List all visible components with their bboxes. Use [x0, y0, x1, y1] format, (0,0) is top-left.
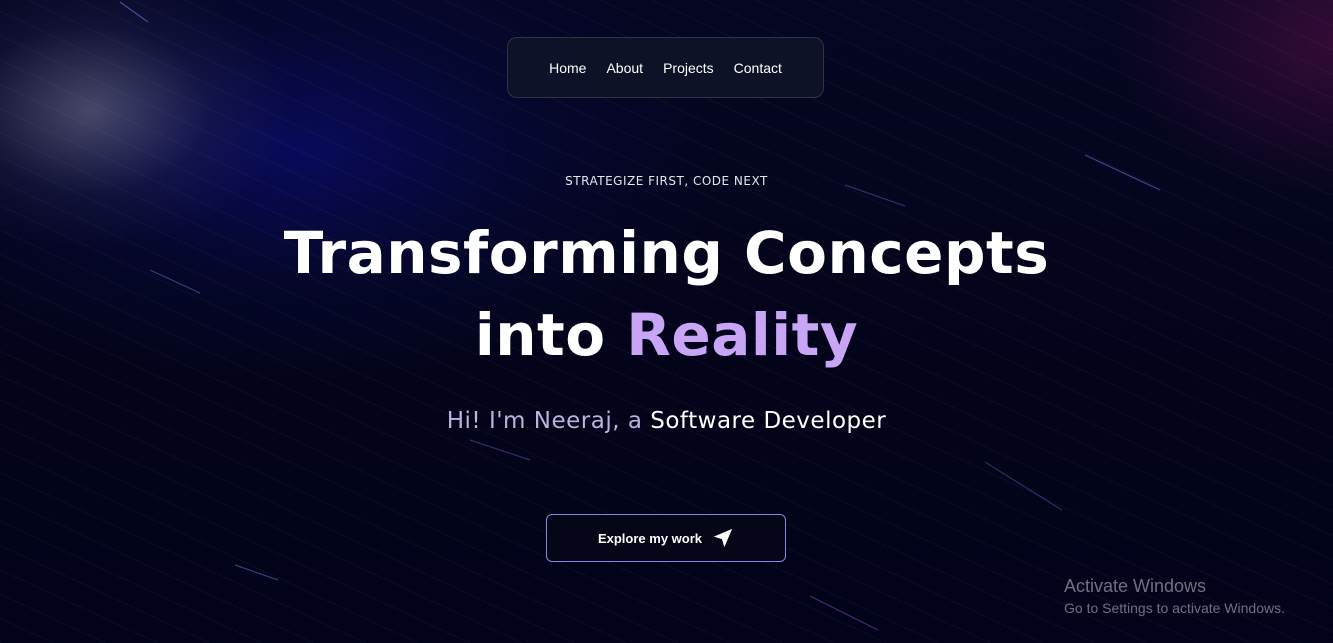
send-icon	[712, 527, 734, 549]
headline-line-2-plain: into	[474, 301, 627, 369]
hero-section: Home About Projects Contact STRATEGIZE F…	[0, 0, 1333, 643]
intro-role: Software Developer	[650, 408, 887, 434]
watermark-subtitle: Go to Settings to activate Windows.	[1064, 600, 1285, 616]
nav-about-link[interactable]: About	[606, 60, 643, 76]
explore-work-button[interactable]: Explore my work	[546, 514, 786, 562]
headline-line-1: Transforming Concepts	[283, 219, 1050, 287]
intro-prefix: Hi! I'm Neeraj, a	[446, 408, 651, 434]
nav-contact-link[interactable]: Contact	[734, 60, 782, 76]
nav-home-link[interactable]: Home	[549, 60, 586, 76]
hero-eyebrow: STRATEGIZE FIRST, CODE NEXT	[565, 174, 768, 188]
hero-intro: Hi! I'm Neeraj, a Software Developer	[0, 408, 1333, 434]
windows-activation-watermark: Activate Windows Go to Settings to activ…	[1064, 575, 1285, 618]
hero-headline: Transforming Concepts into Reality	[0, 212, 1333, 376]
top-nav: Home About Projects Contact	[507, 37, 824, 98]
watermark-title: Activate Windows	[1064, 576, 1207, 596]
explore-work-label: Explore my work	[597, 530, 703, 546]
nav-projects-link[interactable]: Projects	[663, 60, 714, 76]
headline-accent-word: Reality	[626, 301, 859, 369]
